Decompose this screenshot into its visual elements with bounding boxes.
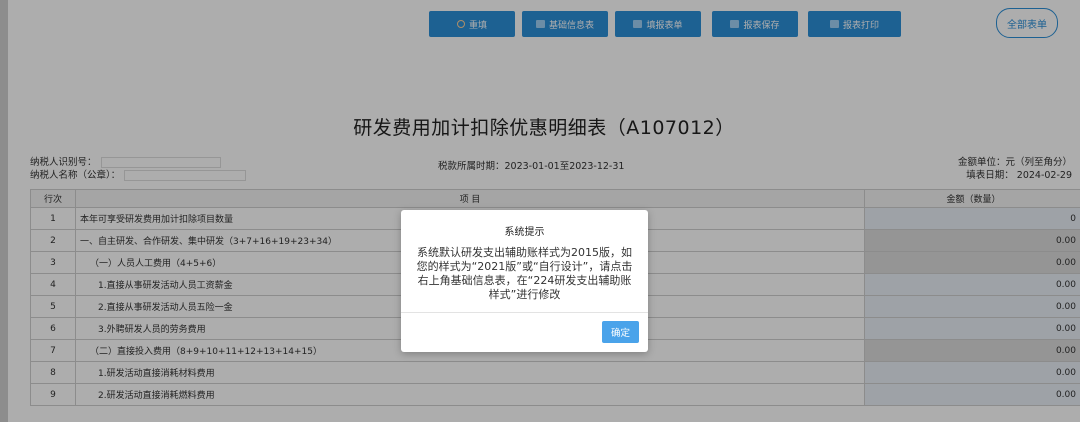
system-prompt-dialog: 系统提示 系统默认研发支出辅助账样式为2015版，如您的样式为“2021版”或“… xyxy=(401,210,648,352)
dialog-message: 系统默认研发支出辅助账样式为2015版，如您的样式为“2021版”或“自行设计”… xyxy=(416,246,633,301)
dialog-title: 系统提示 xyxy=(504,227,545,238)
confirm-button[interactable]: 确定 xyxy=(602,321,639,343)
dialog-divider xyxy=(401,312,648,313)
